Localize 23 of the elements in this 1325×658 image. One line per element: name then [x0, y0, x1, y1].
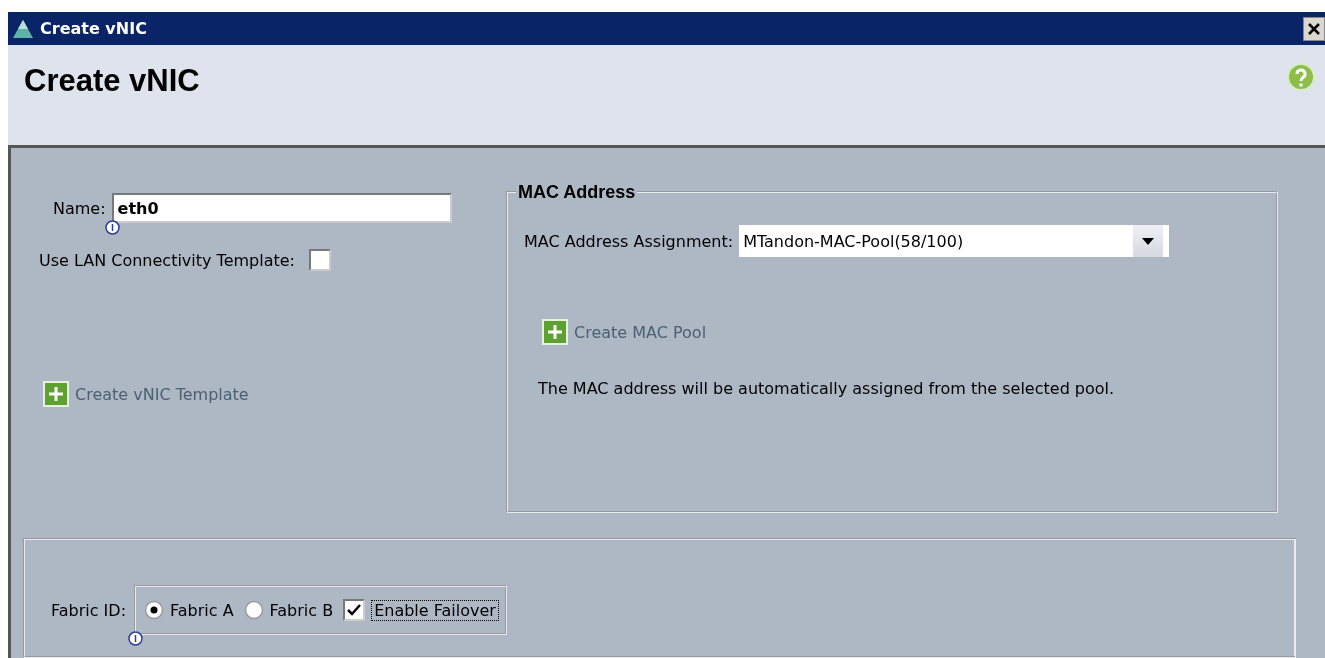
info-icon	[128, 631, 144, 646]
check-icon	[346, 602, 363, 618]
mac-note: The MAC address will be automatically assigned from the selected pool.	[538, 379, 1116, 398]
radio-icon	[243, 600, 264, 620]
close-button[interactable]	[1303, 16, 1325, 41]
lan-template-checkbox[interactable]	[309, 249, 331, 271]
fabric-radio[interactable]: Fabric A	[144, 600, 234, 620]
mac-pool-dropdown[interactable]: MTandon-MAC-Pool(58/100)	[739, 225, 1170, 257]
dialog-heading: Create vNIC	[24, 63, 200, 101]
window-title: Create vNIC	[40, 19, 148, 39]
mac-assignment-label: MAC Address Assignment:	[524, 231, 734, 251]
close-icon	[1307, 21, 1321, 36]
radio-icon	[144, 600, 165, 620]
caret-icon	[1142, 237, 1155, 245]
info-icon	[104, 220, 120, 235]
app-logo-icon	[12, 18, 34, 39]
name-label: Name:	[53, 198, 106, 218]
lan-template-label: Use LAN Connectivity Template:	[39, 250, 295, 270]
fabric-radio[interactable]: Fabric B	[243, 600, 334, 620]
plus-icon	[542, 319, 568, 345]
fabric-label: Fabric ID:	[51, 600, 127, 620]
name-input[interactable]: eth0	[111, 193, 452, 223]
plus-icon	[43, 381, 69, 407]
